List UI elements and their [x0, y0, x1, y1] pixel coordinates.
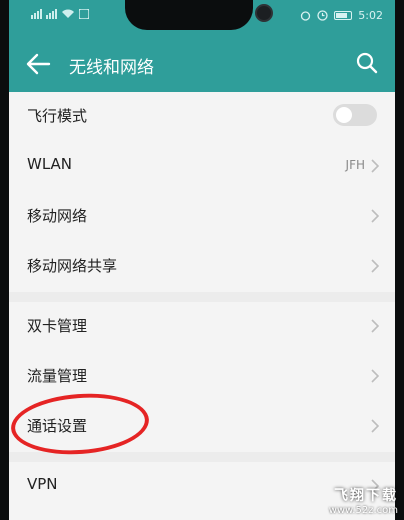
list-item-label: WLAN [27, 155, 73, 173]
phone-screen: 5:02 无线和网络 飞行模式 WLAN JFH 移动网络 移动网络共享 双卡管… [9, 0, 395, 520]
search-icon[interactable] [355, 51, 379, 75]
airplane-mode-toggle[interactable] [333, 104, 377, 126]
chevron-right-icon [371, 419, 380, 433]
call-settings-row[interactable]: 通话设置 [9, 402, 395, 452]
toolbar: 无线和网络 [9, 44, 395, 84]
list-item-label: 飞行模式 [27, 107, 88, 125]
list-item-label: 双卡管理 [27, 317, 88, 335]
chevron-right-icon [371, 369, 380, 383]
status-left [31, 9, 89, 19]
list-item-label: VPN [27, 475, 58, 493]
list-item-label: 通话设置 [27, 417, 88, 435]
chevron-right-icon [371, 319, 380, 333]
watermark-title: 飞翔下载 [334, 488, 398, 504]
section-divider [9, 452, 395, 462]
section-divider [9, 292, 395, 302]
signal-icon [46, 9, 57, 19]
wlan-network-name: JFH [345, 158, 365, 172]
toggle-knob [336, 107, 352, 123]
list-item-label: 移动网络共享 [27, 257, 118, 275]
battery-icon [334, 11, 353, 20]
wifi-icon [62, 9, 74, 18]
camera-notch [125, 0, 273, 30]
front-camera [255, 4, 273, 22]
status-right: 5:02 [300, 9, 383, 22]
watermark-url: www.52z.com [328, 505, 398, 516]
chevron-right-icon [371, 209, 380, 223]
list-item-label: 流量管理 [27, 367, 88, 385]
page-title: 无线和网络 [69, 58, 154, 78]
airplane-mode-row[interactable]: 飞行模式 [9, 92, 395, 142]
arrow-left-icon[interactable] [25, 52, 51, 76]
watermark: 飞翔下载 www.52z.com [329, 485, 398, 516]
signal-icon [31, 9, 42, 19]
notification-icon [79, 9, 89, 19]
tethering-row[interactable]: 移动网络共享 [9, 242, 395, 292]
clock-icon [317, 10, 328, 21]
chevron-right-icon [371, 159, 380, 173]
chevron-right-icon [371, 259, 380, 273]
wlan-row[interactable]: WLAN JFH [9, 142, 395, 192]
mobile-network-row[interactable]: 移动网络 [9, 192, 395, 242]
header: 5:02 无线和网络 [9, 0, 395, 92]
dual-sim-row[interactable]: 双卡管理 [9, 302, 395, 352]
list-item-label: 移动网络 [27, 207, 88, 225]
data-usage-row[interactable]: 流量管理 [9, 352, 395, 402]
settings-list: 飞行模式 WLAN JFH 移动网络 移动网络共享 双卡管理 流量管理 通话设置… [9, 92, 395, 520]
alarm-icon [301, 11, 311, 21]
status-time: 5:02 [358, 9, 383, 22]
